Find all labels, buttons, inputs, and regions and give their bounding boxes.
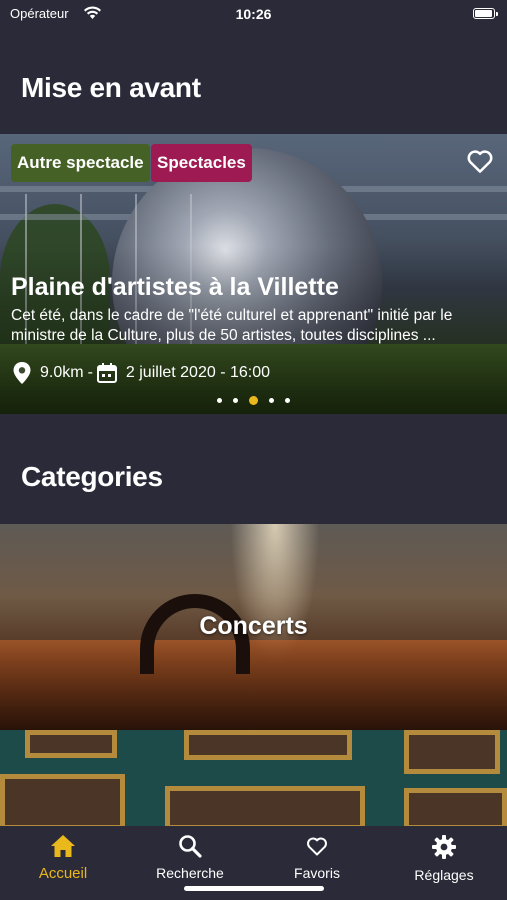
painting-frame	[404, 788, 507, 830]
clock: 10:26	[235, 6, 272, 22]
favorite-heart-icon[interactable]	[465, 146, 495, 176]
category-label-concerts: Concerts	[199, 612, 308, 640]
tab-favoris[interactable]: Favoris	[262, 834, 372, 881]
event-tag-autre-spectacle[interactable]: Autre spectacle	[11, 144, 150, 182]
tab-label-reglages: Réglages	[414, 867, 474, 883]
event-meta-row: 9.0km - 2 juillet 2020 - 16:00	[13, 361, 270, 385]
painting-frame	[0, 774, 125, 830]
tab-label-accueil: Accueil	[38, 865, 88, 882]
carousel-page-indicator[interactable]	[0, 396, 507, 405]
event-date: 2 juillet 2020 - 16:00	[125, 364, 271, 381]
home-icon	[8, 834, 118, 858]
carousel-dot[interactable]	[285, 398, 290, 403]
calendar-icon	[96, 363, 117, 383]
home-indicator[interactable]	[184, 886, 324, 891]
tab-recherche[interactable]: Recherche	[135, 834, 245, 881]
carousel-dot-active[interactable]	[249, 396, 258, 405]
carousel-dot[interactable]	[217, 398, 222, 403]
location-pin-icon	[13, 362, 31, 384]
carousel-dot[interactable]	[233, 398, 238, 403]
painting-frame	[165, 786, 365, 830]
search-icon	[135, 834, 245, 858]
featured-event-card[interactable]: Autre spectacle Spectacles Plaine d'arti…	[0, 134, 507, 414]
crowd-silhouette	[0, 640, 507, 730]
status-bar: Opérateur 10:26	[0, 0, 507, 28]
event-distance: 9.0km	[40, 364, 84, 381]
event-tag-spectacles[interactable]: Spectacles	[151, 144, 252, 182]
battery-level	[475, 10, 492, 17]
category-card-concerts[interactable]: Concerts	[0, 524, 507, 730]
event-description: Cet été, dans le cadre de "l'été culture…	[11, 307, 453, 344]
battery-icon	[473, 8, 498, 19]
gear-icon	[389, 834, 499, 860]
tab-accueil[interactable]: Accueil	[8, 834, 118, 882]
painting-frame	[184, 730, 352, 760]
heart-icon	[262, 834, 372, 858]
tab-label-recherche: Recherche	[156, 865, 224, 881]
carousel-dot[interactable]	[269, 398, 274, 403]
category-card-museum[interactable]	[0, 730, 507, 830]
meta-separator: -	[87, 364, 93, 381]
tab-label-favoris: Favoris	[294, 865, 340, 881]
painting-frame	[404, 730, 500, 774]
tab-reglages[interactable]: Réglages	[389, 834, 499, 883]
featured-section-title: Mise en avant	[21, 72, 201, 103]
painting-frame	[25, 730, 117, 758]
event-title[interactable]: Plaine d'artistes à la Villette	[11, 273, 339, 302]
categories-section-title: Categories	[21, 461, 163, 492]
